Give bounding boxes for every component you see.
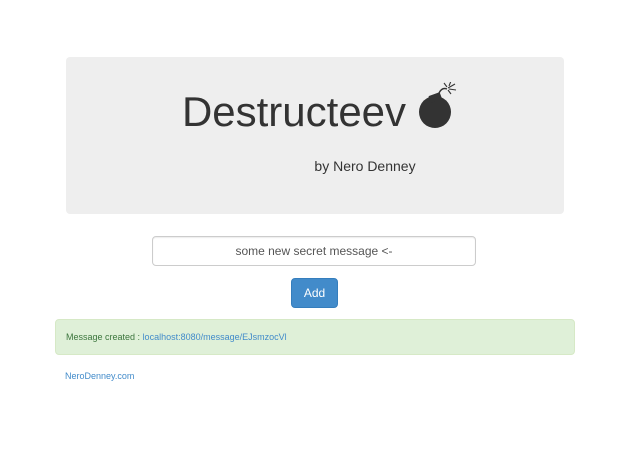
page-title: Destructeev (181, 88, 407, 135)
page-header: Destructeev (0, 80, 640, 136)
message-link[interactable]: localhost:8080/message/EJsmzocVl (143, 332, 287, 342)
success-alert: Message created : localhost:8080/message… (55, 319, 575, 355)
byline: by Nero Denney (66, 158, 564, 174)
secret-message-input[interactable] (152, 236, 476, 266)
alert-prefix: Message created : (66, 332, 141, 342)
bomb-icon (418, 80, 458, 130)
add-button[interactable]: Add (291, 278, 338, 308)
footer-link[interactable]: NeroDenney.com (65, 371, 134, 381)
byline-text: by Nero Denney (314, 158, 416, 174)
